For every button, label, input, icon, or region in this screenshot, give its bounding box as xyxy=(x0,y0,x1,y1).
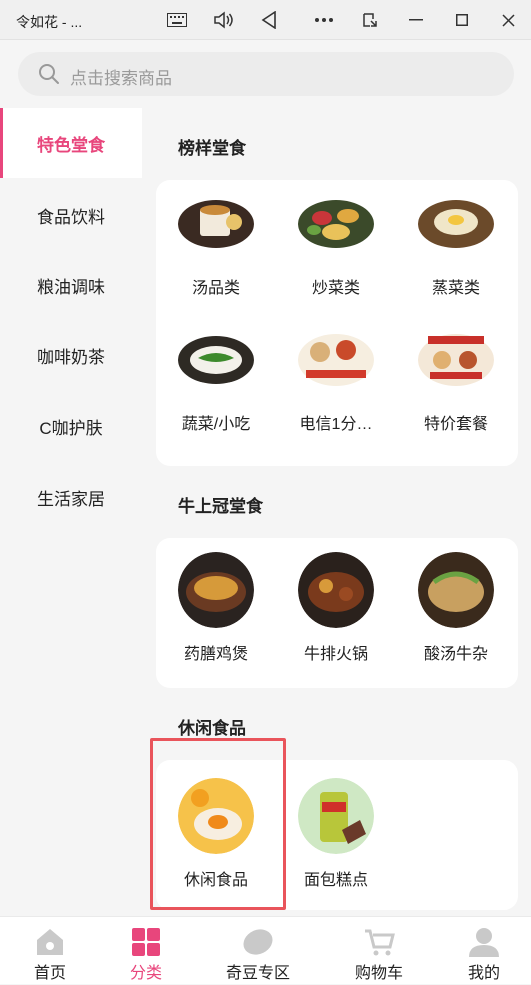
sidebar-item-label: 咖啡奶茶 xyxy=(37,347,105,367)
vegetable-food-image xyxy=(178,322,254,398)
category-item-steamed[interactable]: 蒸菜类 xyxy=(396,186,516,316)
category-item-soup[interactable]: 汤品类 xyxy=(156,186,276,316)
category-item-label: 药膳鸡煲 xyxy=(183,646,248,663)
category-item-label: 蔬菜/小吃 xyxy=(181,416,251,433)
sidebar-item-label: 生活家居 xyxy=(37,489,105,509)
sidebar-item-skincare[interactable]: C咖护肤 xyxy=(0,391,142,461)
tab-label: 购物车 xyxy=(354,965,403,982)
category-item-label: 休闲食品 xyxy=(183,872,248,889)
category-item-label: 牛排火锅 xyxy=(303,646,368,663)
home-icon xyxy=(34,927,66,957)
category-item-telecom-1-cent[interactable]: 电信1分… xyxy=(276,322,396,452)
section-title: 休闲食品 xyxy=(178,719,246,738)
combo-meal-image xyxy=(298,322,374,398)
category-item-label: 炒菜类 xyxy=(311,280,360,297)
category-sidebar: 特色堂食 食品饮料 粮油调味 咖啡奶茶 C咖护肤 生活家居 xyxy=(0,108,142,916)
category-card: 汤品类 炒菜类 蒸菜类 蔬菜/小吃 电信1分… 特价套餐 xyxy=(156,180,518,466)
category-content: 榜样堂食 汤品类 炒菜类 蒸菜类 蔬菜/小吃 电信1分… 特价套餐 牛上冠堂食 … xyxy=(142,108,531,916)
soup-food-image xyxy=(178,186,254,262)
sidebar-item-label: 食品饮料 xyxy=(37,207,105,227)
chicken-pot-image xyxy=(178,552,254,628)
category-item-discount-set[interactable]: 特价套餐 xyxy=(396,322,516,452)
bottom-tab-bar: 首页 分类 奇豆专区 购物车 我的 xyxy=(0,916,531,984)
sidebar-item-food-drinks[interactable]: 食品饮料 xyxy=(0,180,142,250)
sidebar-item-label: C咖护肤 xyxy=(39,418,103,438)
close-icon[interactable] xyxy=(496,8,520,32)
more-dots-icon[interactable] xyxy=(312,8,336,32)
category-item-label: 电信1分… xyxy=(299,416,373,433)
category-item-label: 特价套餐 xyxy=(423,416,488,433)
sidebar-item-label: 粮油调味 xyxy=(37,277,105,297)
beef-tripe-image xyxy=(418,552,494,628)
category-card: 药膳鸡煲 牛排火锅 酸汤牛杂 xyxy=(156,538,518,688)
tab-cart[interactable]: 购物车 xyxy=(329,917,429,985)
cart-icon xyxy=(363,927,395,957)
sidebar-item-label: 特色堂食 xyxy=(37,135,105,155)
category-item-beef-hotpot[interactable]: 牛排火锅 xyxy=(276,552,396,682)
leisure-food-image xyxy=(178,778,254,854)
tab-bean-zone[interactable]: 奇豆专区 xyxy=(208,917,308,985)
category-item-label: 酸汤牛杂 xyxy=(423,646,488,663)
search-bar: 点击搜索商品 xyxy=(0,40,531,108)
category-item-stir-fry[interactable]: 炒菜类 xyxy=(276,186,396,316)
sidebar-item-home-living[interactable]: 生活家居 xyxy=(0,462,142,532)
category-item-vegetable-snack[interactable]: 蔬菜/小吃 xyxy=(156,322,276,452)
category-item-herbal-chicken-pot[interactable]: 药膳鸡煲 xyxy=(156,552,276,682)
window-title: 令如花 - ... xyxy=(16,14,83,30)
back-triangle-icon[interactable] xyxy=(257,8,281,32)
steamed-food-image xyxy=(418,186,494,262)
volume-icon[interactable] xyxy=(211,8,235,32)
tab-label: 我的 xyxy=(467,965,500,982)
keyboard-icon[interactable] xyxy=(165,8,189,32)
category-item-bread-pastry[interactable]: 面包糕点 xyxy=(276,778,396,908)
bean-icon xyxy=(242,927,274,957)
tab-category[interactable]: 分类 xyxy=(96,917,196,985)
set-meal-image xyxy=(418,322,494,398)
sidebar-item-grain-oil[interactable]: 粮油调味 xyxy=(0,250,142,320)
sidebar-item-coffee-tea[interactable]: 咖啡奶茶 xyxy=(0,320,142,390)
stir-fry-food-image xyxy=(298,186,374,262)
section-title: 牛上冠堂食 xyxy=(178,497,263,516)
minimize-icon[interactable] xyxy=(404,8,428,32)
section-title: 榜样堂食 xyxy=(178,139,246,158)
screen-rotate-icon[interactable] xyxy=(358,8,382,32)
bread-pastry-image xyxy=(298,778,374,854)
category-item-sour-beef-tripe[interactable]: 酸汤牛杂 xyxy=(396,552,516,682)
category-grid-icon xyxy=(130,927,162,957)
maximize-icon[interactable] xyxy=(450,8,474,32)
tab-home[interactable]: 首页 xyxy=(0,917,100,985)
sidebar-item-featured-dining[interactable]: 特色堂食 xyxy=(0,108,142,178)
category-item-label: 蒸菜类 xyxy=(431,280,480,297)
category-item-leisure-food[interactable]: 休闲食品 xyxy=(156,778,276,908)
search-icon xyxy=(38,63,60,90)
tab-label: 首页 xyxy=(33,965,66,982)
search-input[interactable]: 点击搜索商品 xyxy=(18,52,514,96)
tab-label: 奇豆专区 xyxy=(225,965,290,982)
tab-label: 分类 xyxy=(129,965,162,982)
window-titlebar: 令如花 - ... xyxy=(0,0,531,40)
search-placeholder: 点击搜索商品 xyxy=(70,69,172,88)
category-item-label: 面包糕点 xyxy=(303,872,368,889)
category-item-label: 汤品类 xyxy=(191,280,240,297)
tab-profile[interactable]: 我的 xyxy=(434,917,531,985)
category-card: 休闲食品 面包糕点 xyxy=(156,760,518,910)
user-icon xyxy=(468,927,500,957)
beef-hotpot-image xyxy=(298,552,374,628)
